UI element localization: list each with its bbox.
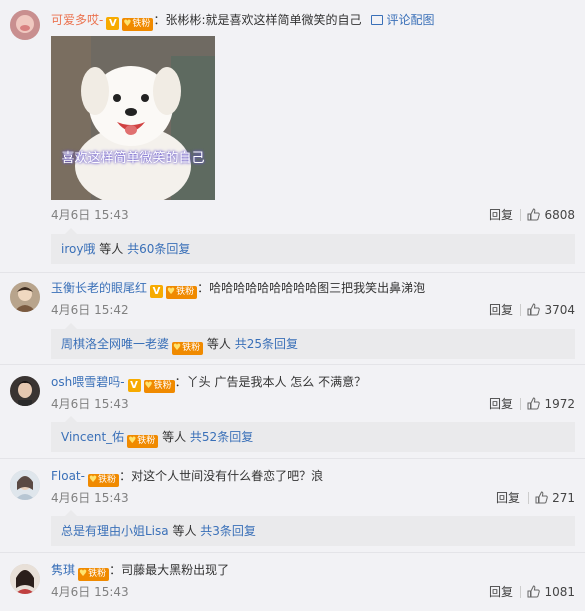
reply-user-link[interactable]: 周棋洛全网唯一老婆: [61, 337, 169, 351]
reply-summary[interactable]: Vincent_佑 ♥铁粉 等人 共52条回复: [51, 416, 575, 452]
reply-user-link[interactable]: Vincent_佑: [61, 430, 124, 444]
divider: [520, 304, 522, 316]
fan-badge-icon[interactable]: ♥铁粉: [122, 18, 154, 31]
comment-text: ：张彬彬:就是喜欢这样简单微笑的自己: [153, 13, 362, 27]
comment-header: 隽琪 ♥铁粉 ：司藤最大黑粉出现了: [51, 561, 229, 581]
like-button[interactable]: 1972: [520, 395, 575, 413]
comment-text: ：对这个人世间没有什么眷恋了吧？浪: [119, 469, 324, 483]
fan-badge-icon[interactable]: ♥铁粉: [143, 380, 175, 393]
comment-text: ：丫头 广告是我本人 怎么 不满意？: [174, 375, 367, 389]
reply-button[interactable]: 回复: [496, 489, 520, 507]
timestamp: 4月6日 15:43: [51, 585, 129, 599]
reply-summary[interactable]: iroy哦 等人 共60条回复: [51, 228, 575, 264]
comment-meta: 4月6日 15:43 回复 6808: [51, 206, 575, 224]
timestamp: 4月6日 15:42: [51, 303, 129, 317]
v-badge-icon[interactable]: V: [106, 17, 120, 30]
reply-user-link[interactable]: iroy哦: [61, 242, 95, 256]
comment-header: osh喂雪碧吗- V ♥铁粉 ：丫头 广告是我本人 怎么 不满意？: [51, 373, 366, 393]
reply-summary-text: 等人: [158, 430, 190, 444]
divider: [520, 209, 522, 221]
like-button[interactable]: 3704: [520, 301, 575, 319]
more-replies-link[interactable]: 共3条回复: [200, 524, 256, 538]
reply-summary-text: 等人: [95, 242, 128, 256]
thumbs-up-icon: [527, 303, 541, 316]
username-link[interactable]: Float-: [51, 469, 85, 483]
thumbs-up-icon: [527, 397, 541, 410]
fan-badge-icon[interactable]: ♥铁粉: [127, 435, 159, 448]
divider: [520, 398, 522, 410]
divider: [528, 492, 530, 504]
reply-summary[interactable]: 总是有理由小姐Lisa 等人 共3条回复: [51, 510, 575, 546]
like-count: 1081: [544, 585, 575, 599]
thumbs-up-icon: [527, 208, 541, 221]
comment-meta: 4月6日 15:43 回复 1972: [51, 395, 575, 413]
avatar[interactable]: [10, 376, 40, 406]
more-replies-link[interactable]: 共25条回复: [235, 337, 298, 351]
reply-button[interactable]: 回复: [489, 395, 513, 413]
like-button[interactable]: 6808: [520, 206, 575, 224]
image-caption: 喜欢这样简单微笑的自己: [61, 151, 205, 166]
timestamp: 4月6日 15:43: [51, 208, 129, 222]
reply-button[interactable]: 回复: [489, 583, 513, 601]
avatar[interactable]: [10, 282, 40, 312]
comment-meta: 4月6日 15:42 回复 3704: [51, 301, 575, 319]
username-link[interactable]: osh喂雪碧吗-: [51, 375, 125, 389]
username-link[interactable]: 玉衡长老的眼尾红: [51, 281, 147, 295]
comment-meta: 4月6日 15:43 回复 271: [51, 489, 575, 507]
like-button[interactable]: 271: [528, 489, 575, 507]
username-link[interactable]: 隽琪: [51, 563, 75, 577]
username-link[interactable]: 可爱多哎-: [51, 13, 103, 27]
comment-meta: 4月6日 15:43 回复 1081: [51, 583, 575, 601]
fan-badge-icon[interactable]: ♥铁粉: [166, 286, 198, 299]
fan-badge-icon[interactable]: ♥铁粉: [172, 342, 204, 355]
like-count: 271: [552, 491, 575, 505]
like-button[interactable]: 1081: [520, 583, 575, 601]
image-icon: [371, 15, 384, 25]
reply-summary-text: 等人: [168, 524, 201, 538]
comment-header: Float- ♥铁粉 ：对这个人世间没有什么眷恋了吧？浪: [51, 467, 323, 487]
comment-header: 玉衡长老的眼尾红 V ♥铁粉 ：哈哈哈哈哈哈哈哈哈图三把我笑出鼻涕泡: [51, 279, 425, 299]
v-badge-icon[interactable]: V: [150, 285, 164, 298]
comment-text: ：司藤最大黑粉出现了: [109, 563, 230, 577]
timestamp: 4月6日 15:43: [51, 491, 129, 505]
fan-badge-icon[interactable]: ♥铁粉: [78, 568, 110, 581]
comment-header: 可爱多哎- V ♥铁粉 ：张彬彬:就是喜欢这样简单微笑的自己 评论配图: [51, 11, 435, 31]
divider: [0, 458, 585, 459]
divider: [0, 552, 585, 553]
reply-summary[interactable]: 周棋洛全网唯一老婆 ♥铁粉 等人 共25条回复: [51, 323, 575, 359]
divider: [0, 364, 585, 365]
v-badge-icon[interactable]: V: [127, 379, 141, 392]
fan-badge-icon[interactable]: ♥铁粉: [87, 474, 120, 487]
timestamp: 4月6日 15:43: [51, 397, 129, 411]
comment-image[interactable]: 喜欢这样简单微笑的自己: [51, 36, 215, 200]
avatar[interactable]: [10, 470, 40, 500]
like-count: 6808: [544, 208, 575, 222]
more-replies-link[interactable]: 共52条回复: [190, 430, 253, 444]
like-count: 1972: [544, 397, 575, 411]
thumbs-up-icon: [527, 585, 541, 598]
more-replies-link[interactable]: 共60条回复: [127, 242, 190, 256]
avatar[interactable]: [10, 10, 40, 40]
reply-button[interactable]: 回复: [489, 301, 513, 319]
comment-image-link[interactable]: 评论配图: [371, 13, 435, 27]
comment-text: ：哈哈哈哈哈哈哈哈哈图三把我笑出鼻涕泡: [197, 281, 426, 295]
reply-user-link[interactable]: 总是有理由小姐Lisa: [61, 524, 169, 538]
thumbs-up-icon: [535, 491, 548, 504]
divider: [0, 272, 585, 273]
avatar[interactable]: [10, 564, 40, 594]
reply-summary-text: 等人: [203, 337, 235, 351]
reply-button[interactable]: 回复: [489, 206, 513, 224]
like-count: 3704: [544, 303, 575, 317]
divider: [520, 586, 522, 598]
